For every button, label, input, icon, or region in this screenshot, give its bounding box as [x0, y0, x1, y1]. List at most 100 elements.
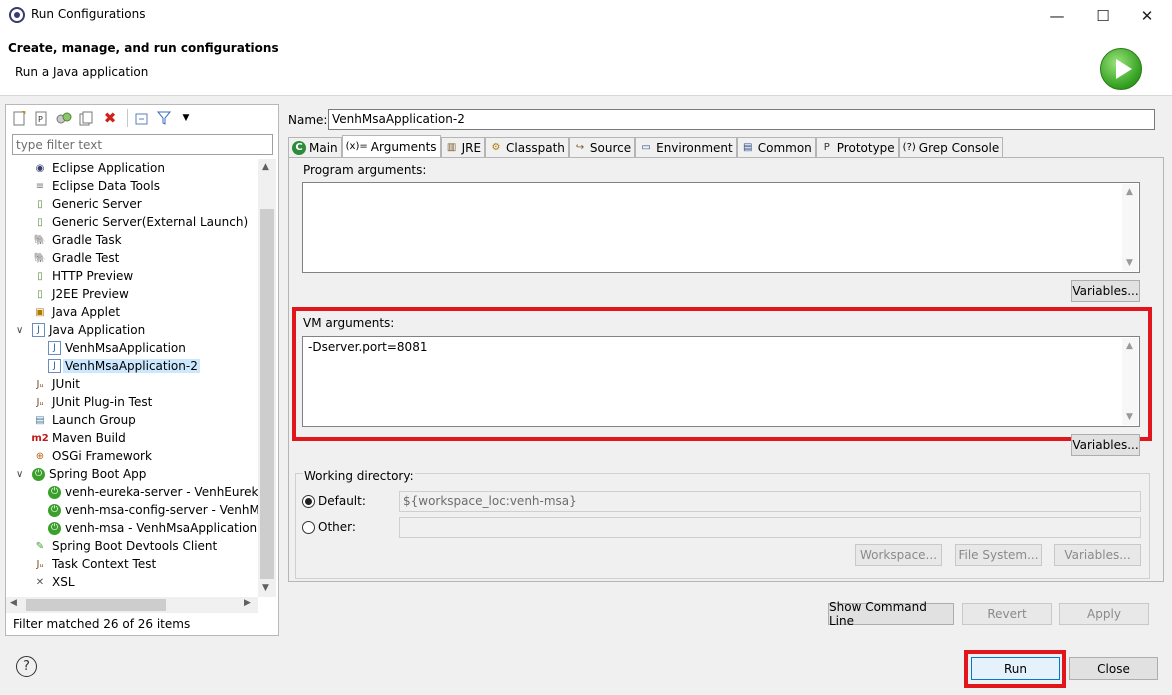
tree-item[interactable]: ∨ ⏻ Spring Boot App: [16, 465, 146, 483]
tree-item[interactable]: ✕ XSL: [32, 573, 75, 591]
tree-item-label: venh-msa - VenhMsaApplication: [65, 521, 258, 535]
scroll-down-icon[interactable]: ▼: [262, 583, 269, 593]
tree-vertical-scrollbar[interactable]: ▲ ▼: [258, 159, 276, 597]
tree-item[interactable]: m2 Maven Build: [31, 429, 126, 447]
program-arguments-textarea[interactable]: ▲ ▼: [302, 182, 1140, 273]
maximize-button[interactable]: ☐: [1080, 0, 1126, 31]
tree-item-label: Task Context Test: [52, 557, 157, 571]
view-menu-chevron-down-icon[interactable]: ▼: [178, 110, 194, 126]
tree-item[interactable]: ∨ J Java Application: [16, 321, 146, 339]
tree-item-label: Java Application: [49, 323, 146, 337]
filter-status: Filter matched 26 of 26 items: [13, 617, 191, 631]
close-button[interactable]: Close: [1069, 657, 1158, 680]
tree-item[interactable]: ▤ Launch Group: [32, 411, 136, 429]
delete-icon[interactable]: ✖: [102, 109, 118, 127]
expand-chevron-icon[interactable]: ∨: [16, 469, 23, 480]
tree-item-label: XSL: [52, 575, 75, 589]
tree-item-label: JUnit Plug-in Test: [52, 395, 153, 409]
tab-label: Source: [589, 140, 632, 155]
scroll-left-icon[interactable]: ◀: [10, 598, 17, 608]
tree-item[interactable]: Jᵤ JUnit Plug-in Test: [32, 393, 153, 411]
source-tab-icon: ↪: [575, 142, 585, 153]
database-icon: ≡: [35, 180, 45, 192]
tree-item[interactable]: J VenhMsaApplication: [48, 339, 186, 357]
default-radio[interactable]: [302, 494, 315, 508]
tree-item[interactable]: ⏻ venh-msa - VenhMsaApplication: [48, 519, 257, 537]
help-icon[interactable]: ?: [16, 656, 37, 677]
program-variables-button[interactable]: Variables...: [1071, 280, 1140, 302]
apply-button[interactable]: Apply: [1059, 603, 1149, 625]
tree-item[interactable]: ⏻ venh-eureka-server - VenhEurekaSe: [48, 483, 258, 501]
tree-item[interactable]: ▯ HTTP Preview: [32, 267, 133, 285]
filter-input[interactable]: [12, 134, 273, 155]
textarea-scrollbar[interactable]: ▲ ▼: [1122, 184, 1138, 271]
tree-item-label: venh-eureka-server - VenhEurekaSe: [65, 485, 258, 499]
default-radio-row[interactable]: Default:: [302, 494, 366, 508]
tree-item[interactable]: ▯ Generic Server: [32, 195, 141, 213]
working-directory-label: Working directory:: [303, 469, 415, 483]
tree-item[interactable]: Jᵤ Task Context Test: [32, 555, 157, 573]
tab-source[interactable]: ↪ Source: [568, 137, 636, 157]
gradle-icon: 🐘: [33, 234, 47, 246]
filter-icon[interactable]: [156, 110, 172, 126]
workspace-button[interactable]: Workspace...: [855, 544, 942, 566]
scrollbar-thumb[interactable]: [26, 599, 166, 611]
run-button[interactable]: Run: [971, 657, 1060, 680]
minimize-button[interactable]: —: [1034, 0, 1080, 31]
tree-horizontal-scrollbar[interactable]: ◀ ▶: [6, 597, 258, 613]
tree-item[interactable]: ⏻ venh-msa-config-server - VenhMsa: [48, 501, 258, 519]
tree-item-label: Launch Group: [52, 413, 136, 427]
scroll-down-icon: ▼: [1126, 412, 1133, 422]
tab-main[interactable]: C Main: [288, 137, 342, 157]
tab-environment[interactable]: ▭ Environment: [635, 137, 737, 157]
tree-item[interactable]: 🐘 Gradle Test: [32, 249, 120, 267]
other-radio-row[interactable]: Other:: [302, 520, 356, 534]
vm-variables-button[interactable]: Variables...: [1071, 434, 1140, 456]
tree-item[interactable]: 🐘 Gradle Task: [32, 231, 122, 249]
tree-item[interactable]: ▯ J2EE Preview: [32, 285, 129, 303]
tab-arguments[interactable]: (x)= Arguments: [341, 135, 441, 157]
textarea-scrollbar[interactable]: ▲ ▼: [1122, 338, 1138, 425]
tree-item[interactable]: ✎ Spring Boot Devtools Client: [32, 537, 217, 555]
scroll-up-icon[interactable]: ▲: [262, 162, 269, 172]
close-window-button[interactable]: ✕: [1124, 0, 1170, 31]
spring-boot-icon: ⏻: [48, 485, 61, 499]
directory-variables-button[interactable]: Variables...: [1054, 544, 1141, 566]
tree-item[interactable]: ▣ Java Applet: [32, 303, 120, 321]
scroll-right-icon[interactable]: ▶: [244, 598, 251, 608]
tree-item-label: Maven Build: [52, 431, 126, 445]
scrollbar-thumb[interactable]: [260, 209, 274, 579]
name-input[interactable]: VenhMsaApplication-2: [328, 109, 1155, 130]
tab-label: Arguments: [370, 139, 437, 154]
show-command-line-button[interactable]: Show Command Line: [828, 600, 954, 628]
tree-item[interactable]: ⊕ OSGi Framework: [32, 447, 152, 465]
tree-item[interactable]: ▯ Generic Server(External Launch): [32, 213, 248, 231]
duplicate-icon[interactable]: [78, 110, 94, 126]
java-app-icon: J: [48, 359, 61, 373]
tree-item[interactable]: ≡ Eclipse Data Tools: [32, 177, 160, 195]
tree-item[interactable]: ◉ Eclipse Application: [32, 159, 165, 177]
program-arguments-label: Program arguments:: [303, 163, 427, 177]
scroll-up-icon: ▲: [1126, 187, 1133, 197]
main-tab-icon: C: [292, 140, 306, 155]
new-config-icon[interactable]: [12, 110, 28, 126]
tree-item-label: Generic Server(External Launch): [52, 215, 249, 229]
revert-button[interactable]: Revert: [962, 603, 1052, 625]
tab-grep-console[interactable]: (?) Grep Console: [898, 137, 1004, 157]
tab-classpath[interactable]: ⚙ Classpath: [485, 137, 569, 157]
tab-jre[interactable]: ▥ JRE: [440, 137, 486, 157]
tree-item[interactable]: Jᵤ JUnit: [32, 375, 80, 393]
classpath-tab-icon: ⚙: [491, 142, 501, 153]
export-icon[interactable]: [56, 110, 72, 126]
expand-chevron-icon[interactable]: ∨: [16, 325, 23, 336]
tab-prototype[interactable]: P Prototype: [815, 137, 899, 157]
collapse-all-icon[interactable]: [134, 110, 150, 126]
other-directory-field[interactable]: [399, 517, 1141, 538]
other-radio[interactable]: [302, 520, 315, 534]
new-prototype-icon[interactable]: P: [34, 110, 50, 126]
file-system-button[interactable]: File System...: [955, 544, 1042, 566]
tree-item[interactable]: J VenhMsaApplication-2: [48, 357, 200, 375]
vm-arguments-textarea[interactable]: -Dserver.port=8081 ▲ ▼: [302, 336, 1140, 427]
tab-common[interactable]: ▤ Common: [736, 137, 816, 157]
tab-label: Environment: [656, 140, 733, 155]
